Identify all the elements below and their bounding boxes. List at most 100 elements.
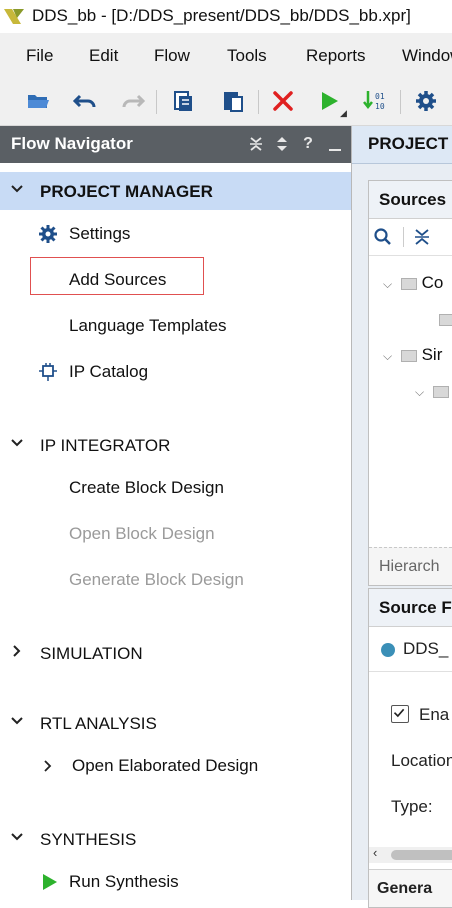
tab-label: PROJECT	[368, 134, 449, 153]
source-properties-title: Source F	[379, 598, 452, 617]
run-dropdown-icon[interactable]: ◢	[340, 108, 347, 119]
menu-bar: File Edit Flow Tools Reports Window	[0, 33, 452, 78]
nav-item-label: Run Synthesis	[69, 872, 179, 891]
tree-label: Co	[421, 273, 444, 292]
sources-panel: Sources ⌵ Co ⌵ Sir ⌵ Hierarch	[368, 180, 452, 586]
nav-item-label: Open Block Design	[69, 524, 215, 543]
menu-window[interactable]: Window	[402, 46, 452, 66]
nav-item-label: Create Block Design	[69, 478, 224, 497]
flow-navigator-header: Flow Navigator ?	[0, 126, 351, 163]
sources-toolbar	[369, 219, 452, 256]
chevron-down-icon[interactable]	[9, 829, 25, 845]
chevron-right-icon[interactable]	[9, 643, 25, 659]
enabled-label: Ena	[419, 705, 450, 724]
horizontal-scrollbar[interactable]: ‹	[369, 845, 452, 863]
type-label: Type:	[391, 797, 433, 816]
open-project-icon[interactable]	[25, 88, 51, 114]
generate-bitstream-icon[interactable]: 01 10	[362, 88, 388, 114]
nav-item-open-elaborated-design[interactable]: Open Elaborated Design	[0, 748, 351, 782]
section-project-manager[interactable]: PROJECT MANAGER	[0, 172, 351, 210]
search-icon[interactable]	[373, 227, 393, 247]
source-file-row: DDS_	[369, 627, 452, 672]
toolbar-separator	[258, 90, 259, 114]
svg-text:01: 01	[375, 92, 385, 101]
section-label: PROJECT MANAGER	[40, 182, 213, 201]
chevron-down-icon[interactable]: ⌵	[383, 349, 392, 363]
chevron-right-icon[interactable]	[41, 758, 55, 774]
sources-footer-tabs: Hierarch	[369, 547, 452, 585]
properties-tabs: Genera	[369, 869, 452, 907]
scrollbar-thumb[interactable]	[391, 850, 452, 860]
folder-icon	[432, 385, 449, 398]
section-label: SIMULATION	[40, 644, 143, 663]
file-status-icon	[381, 643, 395, 657]
menu-tools[interactable]: Tools	[227, 46, 267, 66]
section-simulation[interactable]: SIMULATION	[0, 634, 351, 672]
tree-node-constraints[interactable]: ⌵ Co	[383, 273, 443, 293]
menu-reports[interactable]: Reports	[306, 46, 366, 66]
nav-item-run-synthesis[interactable]: Run Synthesis	[0, 864, 351, 898]
section-ip-integrator[interactable]: IP INTEGRATOR	[0, 426, 351, 464]
folder-icon	[400, 277, 417, 290]
enabled-checkbox[interactable]	[391, 705, 409, 723]
toolbar: ◢ 01 10	[0, 78, 452, 126]
section-label: RTL ANALYSIS	[40, 714, 157, 733]
nav-item-label: Open Elaborated Design	[72, 756, 259, 775]
help-icon[interactable]: ?	[300, 135, 316, 153]
folder-icon	[439, 314, 452, 326]
source-file-name: DDS_	[403, 639, 449, 658]
section-label: IP INTEGRATOR	[40, 436, 171, 455]
title-bar: DDS_bb - [D:/DDS_present/DDS_bb/DDS_bb.x…	[0, 0, 452, 33]
tree-node-simulation-sources[interactable]: ⌵ Sir	[383, 345, 442, 365]
paste-icon[interactable]	[220, 88, 246, 114]
section-rtl-analysis[interactable]: RTL ANALYSIS	[0, 704, 351, 742]
settings-icon[interactable]	[413, 88, 439, 114]
section-label: SYNTHESIS	[40, 830, 137, 849]
ip-catalog-icon	[39, 363, 57, 381]
collapse-all-icon[interactable]	[248, 135, 264, 153]
sources-header: Sources	[369, 181, 452, 219]
project-manager-tab[interactable]: PROJECT	[352, 126, 452, 164]
collapse-all-icon[interactable]	[413, 227, 431, 247]
nav-item-label: IP Catalog	[69, 362, 149, 381]
chevron-down-icon[interactable]: ⌵	[415, 385, 424, 399]
checkmark-icon	[393, 708, 405, 718]
chevron-down-icon[interactable]	[9, 181, 25, 197]
tab-general[interactable]: Genera	[377, 880, 432, 898]
source-file-properties-panel: Source F DDS_ Ena Location Type: ‹ Gener…	[368, 588, 452, 908]
scroll-left-icon[interactable]: ‹	[373, 845, 377, 860]
nav-item-language-templates[interactable]: Language Templates	[0, 308, 351, 342]
menu-flow[interactable]: Flow	[154, 46, 190, 66]
nav-item-add-sources[interactable]: Add Sources	[0, 262, 351, 296]
minimize-icon[interactable]	[327, 135, 343, 153]
chevron-down-icon[interactable]	[9, 713, 25, 729]
toolbar-separator	[403, 227, 404, 247]
undo-icon[interactable]	[72, 88, 98, 114]
menu-edit[interactable]: Edit	[89, 46, 118, 66]
redo-icon[interactable]	[120, 88, 146, 114]
nav-item-generate-block-design: Generate Block Design	[0, 562, 351, 596]
section-synthesis[interactable]: SYNTHESIS	[0, 820, 351, 858]
window-title: DDS_bb - [D:/DDS_present/DDS_bb/DDS_bb.x…	[32, 6, 411, 25]
nav-item-open-block-design: Open Block Design	[0, 516, 351, 550]
nav-item-ip-catalog[interactable]: IP Catalog	[0, 354, 351, 388]
run-icon[interactable]	[316, 88, 342, 114]
menu-file[interactable]: File	[26, 46, 53, 66]
vivado-logo-icon	[4, 9, 24, 24]
nav-item-label: Settings	[69, 224, 131, 243]
chevron-down-icon[interactable]	[9, 435, 25, 451]
source-properties-header: Source F	[369, 589, 452, 627]
nav-item-settings[interactable]: Settings	[0, 216, 351, 250]
folder-icon	[400, 349, 417, 362]
nav-item-create-block-design[interactable]: Create Block Design	[0, 470, 351, 504]
tree-node-sim-child[interactable]: ⌵	[415, 381, 449, 401]
tab-hierarchy[interactable]: Hierarch	[379, 558, 439, 576]
nav-item-label: Language Templates	[69, 316, 227, 335]
copy-icon[interactable]	[170, 88, 196, 114]
toolbar-separator	[400, 90, 401, 114]
expand-all-icon[interactable]	[274, 135, 290, 153]
delete-icon[interactable]	[270, 88, 296, 114]
chevron-down-icon[interactable]: ⌵	[383, 277, 392, 291]
location-label: Location	[391, 751, 452, 770]
flow-navigator-panel: Flow Navigator ? PROJECT MANAGER Setting…	[0, 126, 352, 900]
